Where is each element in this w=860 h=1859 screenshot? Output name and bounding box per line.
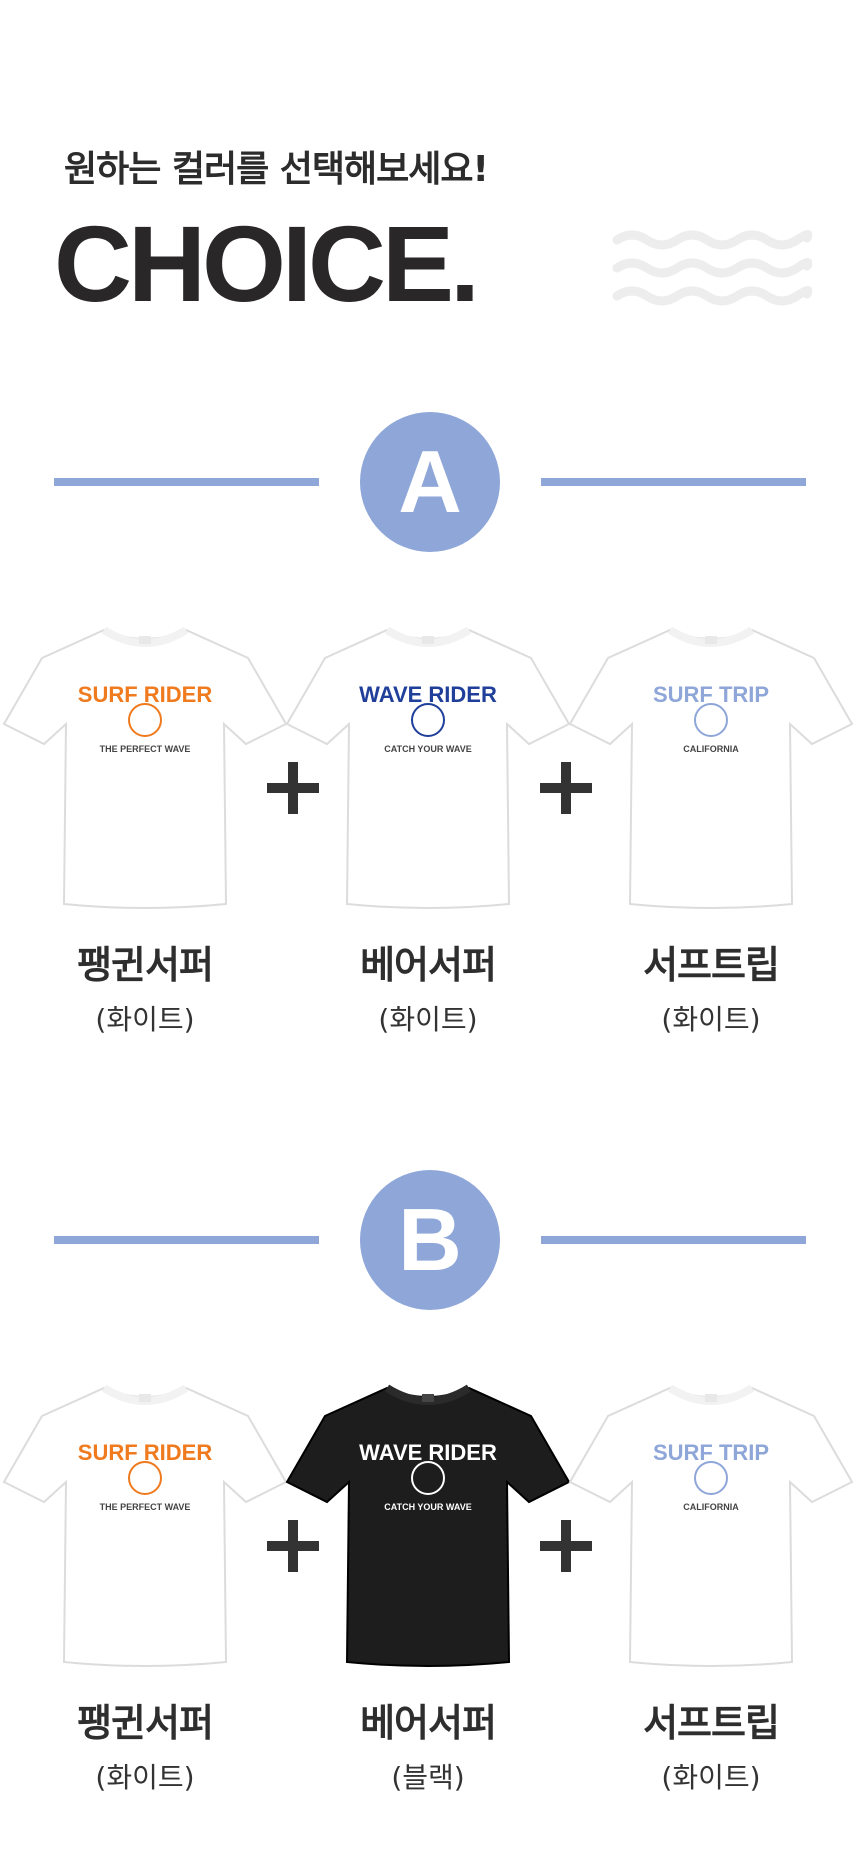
print-subtitle: CATCH YOUR WAVE [384, 1502, 472, 1512]
tshirt-image[interactable]: SURF RIDERTHE PERFECT WAVE [0, 612, 290, 912]
tshirt-neck-label [139, 1394, 151, 1402]
product-name: 팽귄서퍼 [77, 1701, 214, 1745]
section-b-header: B [0, 1170, 860, 1310]
wave-decoration-icon [612, 230, 812, 306]
product-name: 팽귄서퍼 [77, 943, 214, 987]
option-a-row: SURF RIDER THE PERFECT WAVE WAVE RIDER CAT… [0, 612, 860, 1052]
tshirt-image[interactable]: SURF TRIPCALIFORNIA [566, 612, 856, 912]
tshirt-neck-label [422, 636, 434, 644]
tshirt-neck-label [139, 636, 151, 644]
print-subtitle: CALIFORNIA [683, 744, 739, 754]
product-color: (화이트) [95, 1761, 195, 1794]
tshirt-body [568, 628, 854, 909]
section-badge: B [360, 1170, 500, 1310]
product-name: 베어서퍼 [360, 1701, 497, 1745]
print-subtitle: THE PERFECT WAVE [100, 744, 191, 754]
option-b-row: SURF RIDER THE PERFECT WAVE WAVE RIDER CAT… [0, 1370, 860, 1810]
tshirt-image[interactable]: WAVE RIDERCATCH YOUR WAVE [283, 612, 573, 912]
tshirt-image[interactable]: WAVE RIDERCATCH YOUR WAVE [283, 1370, 573, 1670]
divider-line [541, 478, 806, 486]
tshirt-neck-label [705, 1394, 717, 1402]
tshirt-body [285, 628, 571, 909]
tshirt-image[interactable]: SURF RIDERTHE PERFECT WAVE [0, 1370, 290, 1670]
tshirt-image[interactable]: SURF TRIPCALIFORNIA [566, 1370, 856, 1670]
tshirt-body [285, 1386, 571, 1667]
divider-line [54, 478, 319, 486]
print-subtitle: CATCH YOUR WAVE [384, 744, 472, 754]
page-title: CHOICE. [54, 203, 480, 324]
product-color: (화이트) [661, 1003, 761, 1036]
product-color: (화이트) [378, 1003, 478, 1036]
divider-line [54, 1236, 319, 1244]
section-a-header: A [0, 412, 860, 552]
section-badge: A [360, 412, 500, 552]
product-color: (화이트) [95, 1003, 195, 1036]
divider-line [541, 1236, 806, 1244]
product-color: (화이트) [661, 1761, 761, 1794]
product-name: 베어서퍼 [360, 943, 497, 987]
product-color: (블랙) [391, 1761, 465, 1794]
print-subtitle: THE PERFECT WAVE [100, 1502, 191, 1512]
tshirt-body [568, 1386, 854, 1667]
tshirt-neck-label [705, 636, 717, 644]
subtitle: 원하는 컬러를 선택해보세요! [64, 149, 489, 190]
product-name: 서프트립 [643, 943, 780, 987]
product-name: 서프트립 [643, 1701, 780, 1745]
print-subtitle: CALIFORNIA [683, 1502, 739, 1512]
tshirt-body [2, 1386, 288, 1667]
tshirt-body [2, 628, 288, 909]
tshirt-neck-label [422, 1394, 434, 1402]
